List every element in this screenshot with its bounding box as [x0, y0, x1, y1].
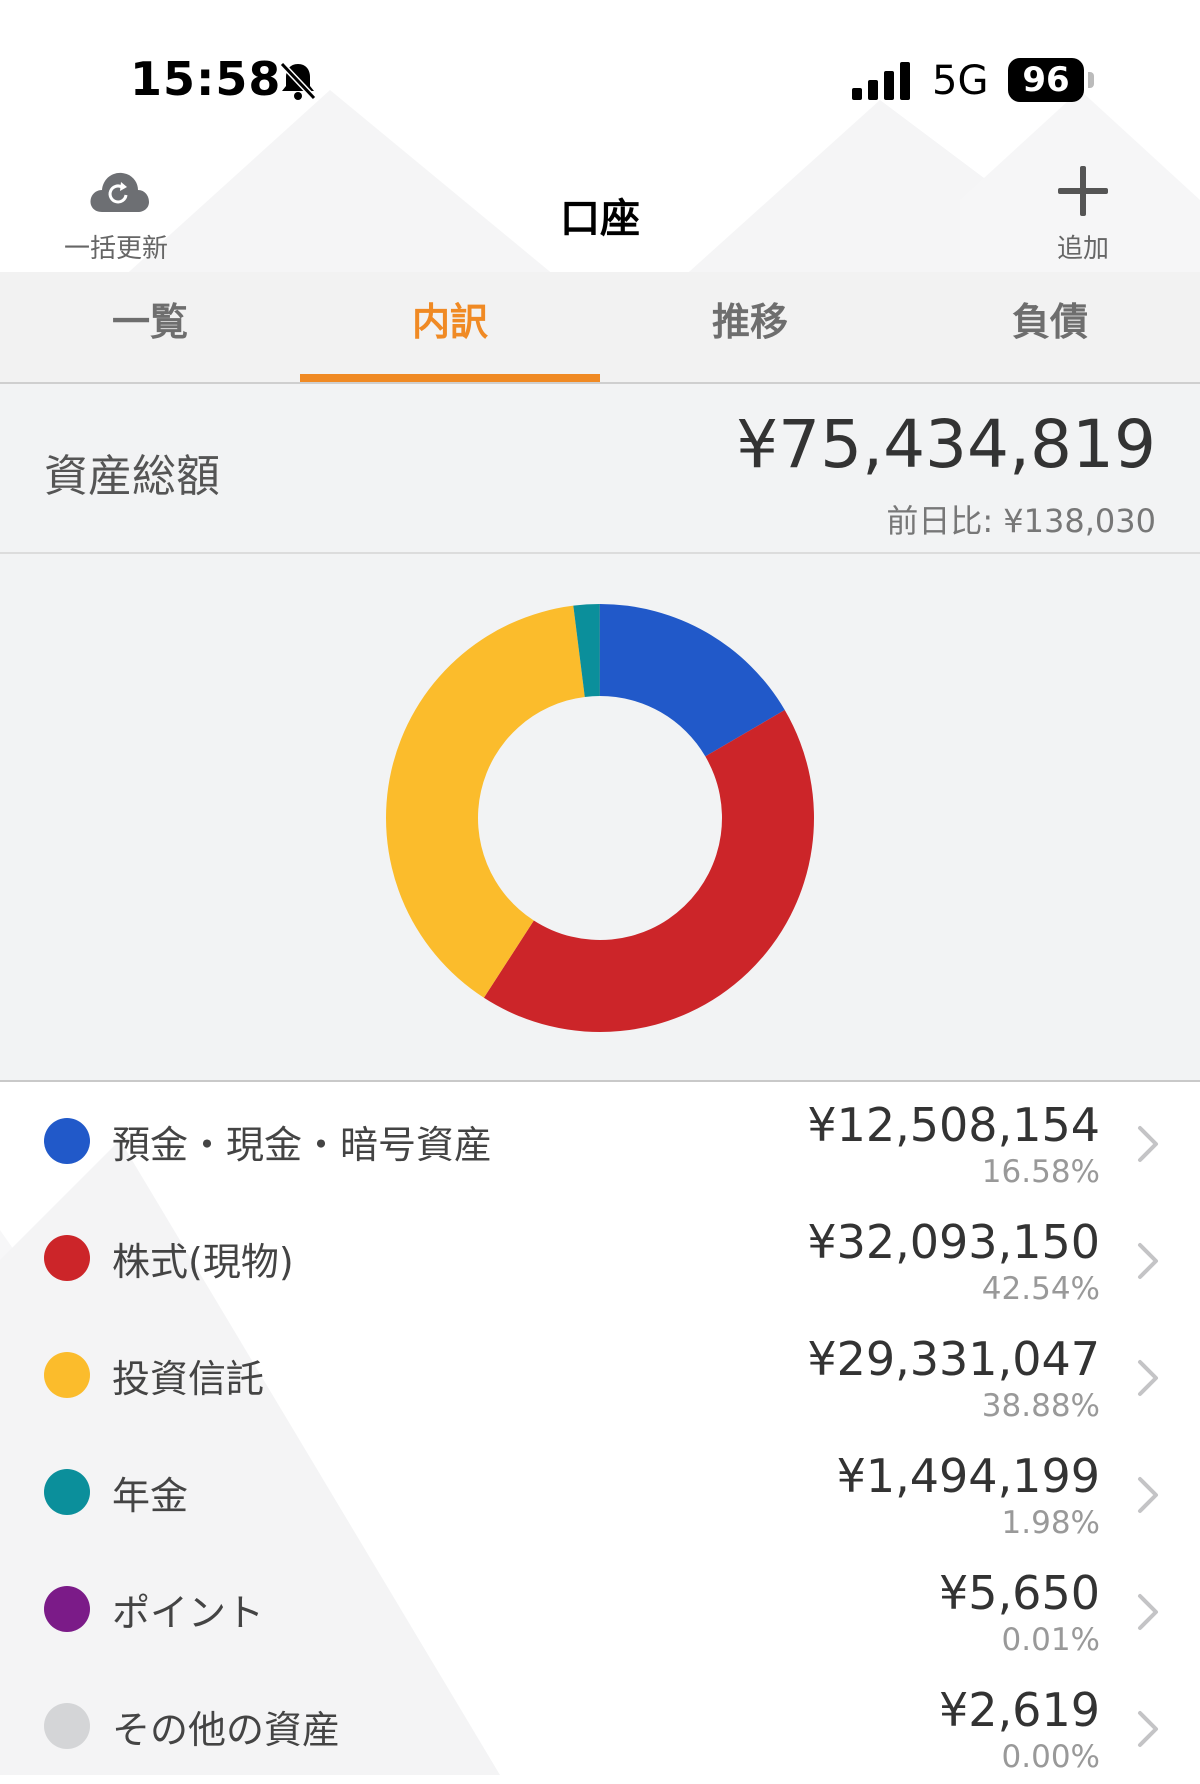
category-percentage: 42.54%	[982, 1271, 1100, 1307]
total-assets-section: 資産総額 ¥75,434,819 前日比: ¥138,030	[0, 384, 1200, 554]
category-label: 預金・現金・暗号資産	[112, 1114, 492, 1169]
tab-liabilities[interactable]: 負債	[900, 272, 1200, 382]
add-button[interactable]: 追加	[1040, 228, 1126, 265]
page-title: 口座	[0, 186, 1200, 244]
legend-dot-icon	[44, 1118, 90, 1164]
battery-level: 96	[1008, 58, 1084, 102]
legend-dot-icon	[44, 1586, 90, 1632]
donut-slice-1	[484, 710, 814, 1032]
category-row[interactable]: 年金 ¥1,494,1991.98%	[0, 1433, 1200, 1550]
category-list: 預金・現金・暗号資産 ¥12,508,15416.58% 株式(現物) ¥32,093…	[0, 1082, 1200, 1775]
tab-list[interactable]: 一覧	[0, 272, 300, 382]
plus-icon[interactable]	[1056, 164, 1110, 218]
bell-slash-icon	[278, 60, 318, 102]
status-time: 15:58	[130, 52, 281, 106]
chevron-right-icon[interactable]	[1136, 1124, 1160, 1164]
category-amount: ¥2,619	[939, 1683, 1100, 1737]
category-row[interactable]: ポイント ¥5,6500.01%	[0, 1550, 1200, 1667]
asset-donut-chart	[380, 598, 820, 1038]
category-percentage: 16.58%	[982, 1154, 1100, 1190]
tab-breakdown[interactable]: 内訳	[300, 272, 600, 382]
active-tab-indicator	[300, 374, 600, 382]
category-label: ポイント	[112, 1582, 264, 1637]
category-amount: ¥5,650	[939, 1566, 1100, 1620]
category-percentage: 0.01%	[1002, 1622, 1100, 1658]
category-amount: ¥1,494,199	[837, 1449, 1100, 1503]
chevron-right-icon[interactable]	[1136, 1709, 1160, 1749]
legend-dot-icon	[44, 1469, 90, 1515]
day-over-day-change: 前日比: ¥138,030	[886, 496, 1156, 542]
chevron-right-icon[interactable]	[1136, 1475, 1160, 1515]
category-percentage: 38.88%	[982, 1388, 1100, 1424]
category-row[interactable]: その他の資産 ¥2,6190.00%	[0, 1667, 1200, 1784]
category-percentage: 1.98%	[1002, 1505, 1100, 1541]
category-amount: ¥29,331,047	[807, 1332, 1100, 1386]
category-amount: ¥12,508,154	[807, 1098, 1100, 1152]
category-row[interactable]: 預金・現金・暗号資産 ¥12,508,15416.58%	[0, 1082, 1200, 1199]
category-amount: ¥32,093,150	[807, 1215, 1100, 1269]
legend-dot-icon	[44, 1703, 90, 1749]
total-assets-amount: ¥75,434,819	[736, 406, 1156, 483]
category-row[interactable]: 投資信託 ¥29,331,04738.88%	[0, 1316, 1200, 1433]
chevron-right-icon[interactable]	[1136, 1358, 1160, 1398]
category-label: その他の資産	[112, 1699, 340, 1754]
tab-trend[interactable]: 推移	[600, 272, 900, 382]
signal-icon	[852, 62, 912, 100]
total-assets-label: 資産総額	[44, 440, 220, 504]
category-label: 株式(現物)	[112, 1231, 294, 1286]
category-label: 年金	[112, 1465, 188, 1520]
network-type: 5G	[932, 58, 988, 104]
legend-dot-icon	[44, 1352, 90, 1398]
chart-section	[0, 554, 1200, 1082]
tab-bar: 一覧 内訳 推移 負債	[0, 272, 1200, 384]
category-label: 投資信託	[112, 1348, 264, 1403]
chevron-right-icon[interactable]	[1136, 1241, 1160, 1281]
battery-icon: 96	[1008, 58, 1088, 102]
category-row[interactable]: 株式(現物) ¥32,093,15042.54%	[0, 1199, 1200, 1316]
legend-dot-icon	[44, 1235, 90, 1281]
chevron-right-icon[interactable]	[1136, 1592, 1160, 1632]
category-percentage: 0.00%	[1002, 1739, 1100, 1775]
